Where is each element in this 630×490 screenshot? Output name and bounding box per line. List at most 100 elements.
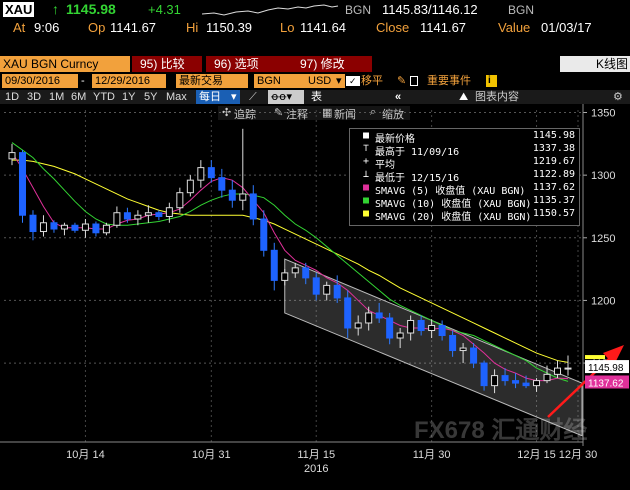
security-title[interactable]: XAU BGN Curncy (0, 56, 130, 72)
period-button-6m[interactable]: 6M (68, 90, 89, 104)
x-tick-label: 12月 15 (517, 449, 556, 461)
quote-details: At 9:06 Op 1141.67 Hi 1150.39 Lo 1141.64… (0, 18, 630, 36)
legend-row[interactable]: ■ SMAVG (10) 收盘值 (XAU BGN) 1135.37 (350, 195, 579, 210)
candle-body (365, 312, 373, 324)
x-tick-label: 11月 15 (297, 449, 335, 461)
candle-body (270, 249, 278, 281)
candle-body (302, 267, 310, 279)
legend-row[interactable]: ⊤ 最高于 11/09/16 1337.38 (350, 143, 579, 158)
y-tick-label: 1350 (591, 108, 615, 120)
legend-swatch-icon: ■ (363, 182, 370, 193)
candle-body (260, 218, 268, 251)
period-button-ytd[interactable]: YTD (90, 90, 118, 104)
info-icon[interactable]: i (486, 75, 497, 87)
legend-value: 1150.57 (532, 208, 575, 219)
symbol[interactable]: XAU (3, 2, 35, 17)
candle-body (438, 324, 446, 337)
candle-body (218, 177, 226, 191)
candle-body (155, 212, 163, 217)
bid-ask: 1145.83/1146.12 (382, 2, 478, 17)
settings-select[interactable]: ꝋꝋ▾ (268, 90, 304, 104)
candle-body (522, 382, 530, 387)
period-button-1d[interactable]: 1D (2, 90, 22, 104)
bgn-label: BGN (345, 3, 372, 17)
legend-row[interactable]: + 平均 1219.67 (350, 156, 579, 171)
options-button[interactable]: 96) 选项 (206, 56, 294, 72)
period-button-1y[interactable]: 1Y (119, 90, 138, 104)
value-date: 01/03/17 (541, 20, 592, 35)
period-button-max[interactable]: Max (163, 90, 190, 104)
up-arrow-icon: ↑ (52, 1, 59, 17)
candle-body (228, 189, 236, 201)
collapse-icon[interactable]: « (392, 90, 404, 104)
candle-body (144, 212, 152, 216)
candle-body (113, 212, 121, 226)
candle-body (291, 267, 299, 274)
legend-value: 1122.89 (532, 169, 575, 180)
price-change: +4.31 (148, 2, 181, 17)
currency-dropdown-icon[interactable]: ▾ (333, 74, 345, 88)
candle-body (207, 167, 215, 179)
legend-swatch-icon: ■ (363, 195, 370, 206)
table-button[interactable]: 表 (308, 90, 325, 104)
legend-swatch-icon: ⊤ (363, 143, 370, 154)
x-tick-label: 11月 30 (413, 449, 451, 461)
chart-content-icon[interactable]: ⛰ (456, 90, 471, 104)
candle-body (50, 222, 58, 230)
y-tick-label: 1300 (591, 170, 615, 182)
period-button-3d[interactable]: 3D (24, 90, 44, 104)
edit-button[interactable]: 97) 修改 (292, 56, 372, 72)
freq-dropdown-icon[interactable]: ▾ (228, 90, 240, 104)
candle-body (470, 347, 478, 364)
legend-label: SMAVG (20) 收盘值 (XAU BGN) (375, 212, 532, 223)
events-checkbox[interactable] (410, 76, 418, 86)
compare-button[interactable]: 95) 比较 (132, 56, 202, 72)
period-button-1m[interactable]: 1M (46, 90, 67, 104)
line-chart-icon[interactable]: ⟋ (246, 90, 260, 104)
currency-select[interactable]: USD (305, 74, 335, 88)
at-label: At (13, 20, 26, 35)
watermark-logo: FX678 汇通财经 (414, 410, 587, 445)
candle-body (501, 375, 509, 382)
candle-body (480, 362, 488, 387)
candle-body (533, 380, 541, 387)
legend-row[interactable]: ■ SMAVG (20) 收盘值 (XAU BGN) 1150.57 (350, 208, 579, 223)
candle-body (543, 373, 551, 382)
value-label: Value (498, 20, 531, 35)
last-trade-select[interactable]: 最新交易 (176, 74, 248, 88)
move-avg-label[interactable]: 移平 (358, 74, 386, 88)
legend-swatch-icon: ⊥ (363, 169, 370, 180)
candle-body (165, 207, 173, 217)
candle-body (92, 223, 100, 234)
pencil-icon[interactable]: ✎ (394, 74, 409, 88)
legend-row[interactable]: ■ SMAVG (5) 收盘值 (XAU BGN) 1137.62 (350, 182, 579, 197)
candle-body (123, 212, 131, 220)
candle-body (554, 367, 562, 375)
open-value: 1141.67 (110, 20, 157, 35)
legend-value: 1135.37 (532, 195, 575, 206)
legend-value: 1137.62 (532, 182, 575, 193)
candle-body (428, 324, 436, 331)
settings-gear-icon[interactable]: ⚙ (610, 90, 626, 104)
candle-body (186, 179, 194, 194)
source-select[interactable]: BGN (254, 74, 308, 88)
legend-row[interactable]: ■ 最新价格 1145.98 (350, 130, 579, 145)
chart-content-label[interactable]: 图表内容 (472, 90, 522, 104)
toolbar-range: 09/30/2016 - 12/29/2016 最新交易 BGN USD ▾ ✓… (0, 74, 630, 88)
candle-body (29, 214, 37, 233)
candle-body (60, 224, 68, 230)
chart-type-label[interactable]: K线图 (560, 56, 630, 72)
candle-body (197, 167, 205, 181)
last-price-tag: 1145.98 (588, 363, 624, 374)
events-label[interactable]: 重要事件 (424, 74, 474, 88)
start-date-input[interactable]: 09/30/2016 (2, 74, 78, 88)
chart-legend: ■ 最新价格 1145.98 ⊤ 最高于 11/09/16 1337.38 + 平均 1219.… (349, 128, 580, 226)
period-button-5y[interactable]: 5Y (141, 90, 160, 104)
end-date-input[interactable]: 12/29/2016 (92, 74, 166, 88)
candle-body (512, 380, 520, 384)
legend-row[interactable]: ⊥ 最低于 12/15/16 1122.89 (350, 169, 579, 184)
freq-select[interactable]: 每日 (196, 90, 232, 104)
low-label: Lo (280, 20, 295, 35)
sparkline (202, 4, 339, 16)
quote-time: 9:06 (34, 20, 60, 35)
